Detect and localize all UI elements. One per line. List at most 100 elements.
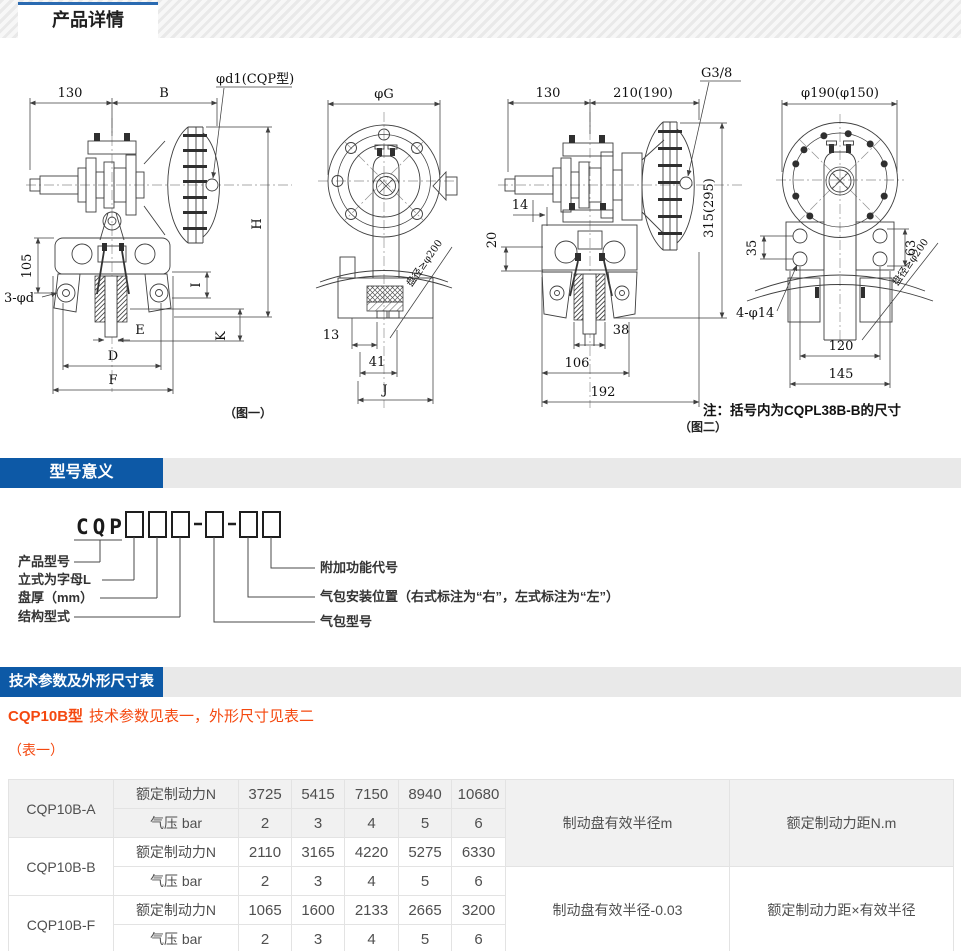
tab-product-detail[interactable]: 产品详情 xyxy=(18,2,158,38)
fig2-caption: （图二） xyxy=(679,419,727,434)
fig2-dim-disc: 盘径≥φ200 xyxy=(403,237,445,289)
force-label-cell: 额定制动力N xyxy=(114,780,239,809)
fig1-dim-3phid: 3-φd xyxy=(4,291,34,306)
fig2-dim-J: J xyxy=(380,383,387,398)
fig1-dim-D: D xyxy=(108,349,118,364)
pressure-value: 2 xyxy=(239,925,292,951)
fig1-dim-I: I xyxy=(189,282,204,287)
pressure-label-cell: 气压 bar xyxy=(114,925,239,951)
pressure-value: 5 xyxy=(399,809,452,838)
force-value: 5415 xyxy=(292,780,345,809)
model-right-label-1: 附加功能代号 xyxy=(320,560,398,575)
fig1-dim-E: E xyxy=(135,323,145,338)
force-value: 6330 xyxy=(452,838,506,867)
model-cell-a: CQP10B-A xyxy=(9,780,114,838)
drawing-note: 注：括号内为CQPL38B-B的尺寸 xyxy=(703,402,902,418)
fig4-dim-35: 35 xyxy=(745,240,760,257)
specs-intro-model: CQP10B型 xyxy=(8,708,83,725)
fig3-dim-38: 38 xyxy=(613,323,630,338)
pressure-value: 6 xyxy=(452,809,506,838)
model-prefix: CQP xyxy=(76,515,126,539)
model-left-label-3: 盘厚（mm） xyxy=(18,590,93,605)
force-value: 2110 xyxy=(239,838,292,867)
merge-radius-bottom: 制动盘有效半径-0.03 xyxy=(506,867,730,951)
fig3-dim-20: 20 xyxy=(485,232,500,249)
pressure-value: 4 xyxy=(345,867,399,896)
pressure-label-cell: 气压 bar xyxy=(114,809,239,838)
merge-radius-top: 制动盘有效半径m xyxy=(506,780,730,867)
model-right-label-3: 气包型号 xyxy=(320,614,372,629)
pressure-value: 3 xyxy=(292,867,345,896)
fig1-dim-130: 130 xyxy=(58,86,83,101)
pressure-value: 2 xyxy=(239,867,292,896)
fig1-dim-H: H xyxy=(250,218,265,229)
section-bar-specs: 技术参数及外形尺寸表 xyxy=(0,667,961,697)
force-value: 3725 xyxy=(239,780,292,809)
specs-intro-text: 技术参数见表一，外形尺寸见表二 xyxy=(89,708,314,725)
pressure-value: 3 xyxy=(292,925,345,951)
pressure-value: 4 xyxy=(345,925,399,951)
pressure-value: 3 xyxy=(292,809,345,838)
fig3-dim-210: 210(190) xyxy=(613,86,673,101)
model-cell-b: CQP10B-B xyxy=(9,838,114,896)
fig4-dim-phi190: φ190(φ150) xyxy=(801,86,879,101)
merge-torque-bottom: 额定制动力距×有效半径 xyxy=(730,867,954,951)
force-value: 8940 xyxy=(399,780,452,809)
section-title-specs: 技术参数及外形尺寸表 xyxy=(0,667,163,697)
model-left-label-1: 产品型号 xyxy=(18,554,70,569)
top-tab-bar: 产品详情 xyxy=(0,0,961,38)
force-value: 1600 xyxy=(292,896,345,925)
merge-torque-top: 额定制动力距N.m xyxy=(730,780,954,867)
force-label-cell: 额定制动力N xyxy=(114,838,239,867)
table-caption: （表一） xyxy=(8,740,64,760)
fig2-dim-13: 13 xyxy=(323,328,340,343)
force-value: 10680 xyxy=(452,780,506,809)
model-left-label-4: 结构型式 xyxy=(18,609,70,624)
fig1-caption: （图一） xyxy=(224,405,272,420)
fig2-dim-41: 41 xyxy=(369,355,386,370)
product-detail-page: 130 B φd1(CQP型) H 105 3-φd I K E D xyxy=(0,0,961,951)
section-title-model-meaning: 型号意义 xyxy=(0,458,163,488)
pressure-value: 6 xyxy=(452,925,506,951)
model-cell-f: CQP10B-F xyxy=(9,896,114,951)
fig1-dim-B: B xyxy=(159,86,169,101)
model-right-label-2: 气包安装位置（右式标注为“右”，左式标注为“左”） xyxy=(320,589,619,604)
force-value: 2133 xyxy=(345,896,399,925)
force-value: 4220 xyxy=(345,838,399,867)
fig1-dim-F: F xyxy=(108,373,117,388)
force-value: 5275 xyxy=(399,838,452,867)
fig1-dim-105: 105 xyxy=(20,254,35,279)
fig4-dim-4phi14: 4-φ14 xyxy=(736,306,774,321)
pressure-value: 5 xyxy=(399,925,452,951)
fig2-dim-phiG: φG xyxy=(374,87,394,102)
force-value: 1065 xyxy=(239,896,292,925)
force-value: 7150 xyxy=(345,780,399,809)
force-value: 3200 xyxy=(452,896,506,925)
pressure-value: 6 xyxy=(452,867,506,896)
model-left-label-2: 立式为字母L xyxy=(18,572,91,587)
fig4-dim-145: 145 xyxy=(829,367,854,382)
section-bar-model-meaning: 型号意义 xyxy=(0,458,961,488)
fig3-dim-192: 192 xyxy=(591,385,616,400)
fig3-dim-130: 130 xyxy=(536,86,561,101)
figure-4-front-view: φ190(φ150) 35 63 4-φ14 盘径≥φ200 120 145 xyxy=(736,86,938,388)
figure-2-front-view: φG 盘径≥φ200 13 41 J xyxy=(316,87,457,408)
fig1-dim-K: K xyxy=(214,331,229,341)
fig1-dim-phid1: φd1(CQP型) xyxy=(216,72,294,87)
fig3-dim-315: 315(295) xyxy=(702,178,717,238)
fig3-dim-14: 14 xyxy=(512,198,529,213)
model-code-diagram: CQP 产品型号 立式为字母L 盘厚（mm） 结构型式 附加功能代号 气包安装位… xyxy=(18,512,619,629)
figure-3-side-view: 130 210(190) G3/8 315(295) 14 20 38 106 … xyxy=(485,66,742,408)
specs-intro-line: CQP10B型技术参数见表一，外形尺寸见表二 xyxy=(8,705,314,726)
fig3-dim-106: 106 xyxy=(565,356,590,371)
pressure-value: 4 xyxy=(345,809,399,838)
figure-1-side-view: 130 B φd1(CQP型) H 105 3-φd I K E D xyxy=(4,72,294,420)
force-label-cell: 额定制动力N xyxy=(114,896,239,925)
table-row: 气压 bar 2 3 4 5 6 制动盘有效半径-0.03 额定制动力距×有效半… xyxy=(9,867,954,896)
spec-table: CQP10B-A 额定制动力N 3725 5415 7150 8940 1068… xyxy=(8,779,954,951)
pressure-value: 5 xyxy=(399,867,452,896)
fig3-dim-G38: G3/8 xyxy=(701,66,732,81)
table-row: CQP10B-A 额定制动力N 3725 5415 7150 8940 1068… xyxy=(9,780,954,809)
fig4-dim-120: 120 xyxy=(829,339,854,354)
pressure-value: 2 xyxy=(239,809,292,838)
